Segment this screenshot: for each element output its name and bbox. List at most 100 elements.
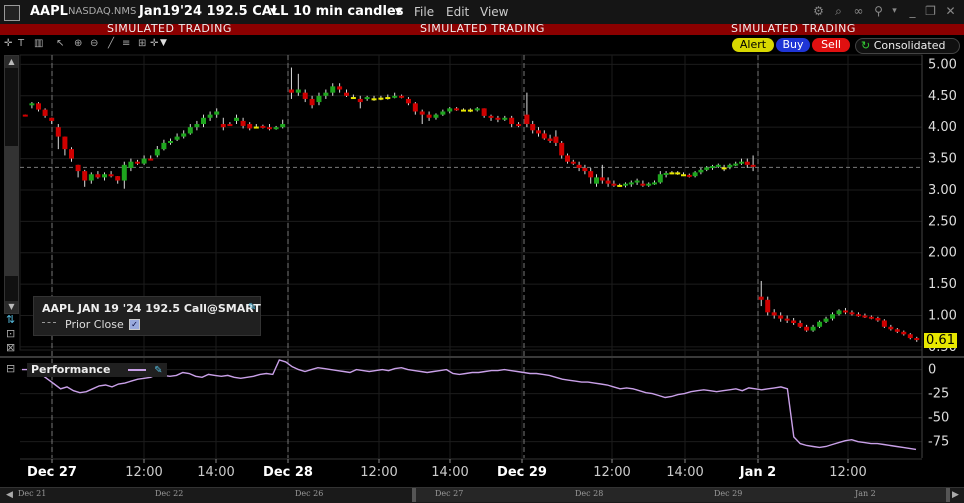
candle-body [530, 124, 536, 131]
candle-body [194, 124, 200, 128]
pane-divider[interactable] [0, 356, 964, 358]
candle-body [634, 180, 640, 183]
candle-body [22, 114, 28, 117]
candle-body [447, 108, 453, 112]
candle-body [135, 161, 140, 164]
candle-body [247, 124, 253, 129]
candle-body [495, 117, 501, 120]
candle-body [588, 171, 594, 178]
candle-body [337, 86, 343, 90]
candle-body [399, 95, 405, 98]
performance-legend[interactable]: Performance ✎ [27, 363, 167, 377]
candle-body [771, 312, 777, 316]
nav-right-arrow-icon[interactable]: ▶ [952, 490, 959, 500]
price-axis-label: 1.00 [928, 308, 957, 323]
time-axis-label: Dec 29 [497, 465, 547, 480]
time-axis-label: 12:00 [360, 465, 397, 480]
time-axis-label: Dec 27 [27, 465, 77, 480]
time-axis-label: Dec 28 [263, 465, 313, 480]
legend-settings-icon[interactable]: ✎ [248, 302, 256, 313]
candle-body [288, 89, 294, 93]
candle-body [657, 174, 663, 183]
candle-body [509, 117, 515, 125]
time-axis-label: 14:00 [666, 465, 703, 480]
price-axis-label: 2.50 [928, 214, 957, 229]
legend-title: AAPL JAN 19 '24 192.5 Call@SMART [42, 302, 261, 315]
candle-body [727, 164, 733, 168]
candle-body [49, 117, 55, 121]
candle-body [599, 177, 605, 181]
candle-body [862, 315, 868, 318]
candle-body [330, 86, 336, 93]
candle-body [849, 312, 855, 315]
candle-body [646, 183, 652, 186]
candle-body [168, 140, 173, 143]
candle-body [536, 130, 541, 134]
candle-body [371, 98, 377, 101]
nav-left-arrow-icon[interactable]: ◀ [6, 490, 13, 500]
candle-body [227, 124, 233, 127]
candle-body [758, 296, 764, 300]
price-axis-label: 3.00 [928, 183, 957, 198]
candle-body [675, 172, 681, 175]
candle-body [681, 174, 686, 177]
candle-body [260, 125, 266, 128]
candle-body [253, 126, 259, 129]
price-axis-label: 4.50 [928, 89, 957, 104]
candle-body [692, 172, 698, 177]
candle-body [663, 173, 669, 175]
candle-body [524, 114, 530, 125]
candle-body [565, 155, 570, 162]
candle-body [187, 127, 193, 134]
candle-body [214, 111, 220, 115]
prior-close-checkbox[interactable]: ✓ [129, 319, 140, 330]
candle-body [541, 133, 547, 139]
performance-settings-icon[interactable]: ✎ [154, 365, 162, 376]
candle-body [516, 124, 522, 127]
candle-body [888, 326, 894, 330]
candle-body [791, 320, 797, 324]
candle-body [710, 166, 715, 169]
perf-axis-label: 0 [928, 363, 936, 378]
candle-body [765, 299, 771, 313]
candle-body [784, 318, 790, 321]
candle-body [392, 95, 398, 98]
candle-body [836, 310, 842, 315]
candle-body [154, 149, 160, 156]
chart-legend[interactable]: AAPL JAN 19 '24 192.5 Call@SMART ✎ Prior… [33, 296, 261, 336]
candle-body [433, 114, 439, 118]
candle-body [302, 92, 308, 99]
candle-body [778, 315, 784, 319]
candle-body [875, 317, 881, 321]
candle-body [611, 183, 617, 186]
candle-body [323, 92, 329, 96]
candle-body [88, 174, 94, 181]
candle-body [201, 117, 206, 125]
candle-body [823, 318, 829, 322]
candle-body [721, 167, 727, 170]
candle-body [115, 176, 121, 181]
candle-body [121, 164, 127, 181]
nav-handle-right[interactable] [946, 488, 950, 502]
candle-body [440, 111, 446, 115]
candle-body [350, 97, 356, 100]
candle-body [267, 127, 272, 130]
time-axis-label: 12:00 [125, 465, 162, 480]
nav-label-3: Dec 27 [435, 489, 464, 498]
navigator-strip[interactable]: ◀ Dec 21 Dec 22 Dec 26 Dec 27 Dec 28 Dec… [0, 487, 964, 503]
candle-body [553, 136, 559, 143]
candle-body [797, 323, 803, 327]
candle-body [273, 127, 279, 130]
candle-body [108, 174, 114, 177]
candle-body [419, 111, 425, 115]
candle-body [810, 326, 816, 331]
candle-body [36, 103, 41, 110]
candle-body [582, 167, 588, 172]
price-axis-label: 2.00 [928, 246, 957, 261]
candle-body [640, 183, 646, 186]
candle-body [280, 124, 286, 128]
candle-body [901, 331, 907, 335]
prior-close-swatch [42, 322, 56, 323]
price-chart[interactable]: 5.004.504.003.503.002.502.001.501.000.50… [0, 0, 964, 488]
candle-body [881, 320, 887, 327]
